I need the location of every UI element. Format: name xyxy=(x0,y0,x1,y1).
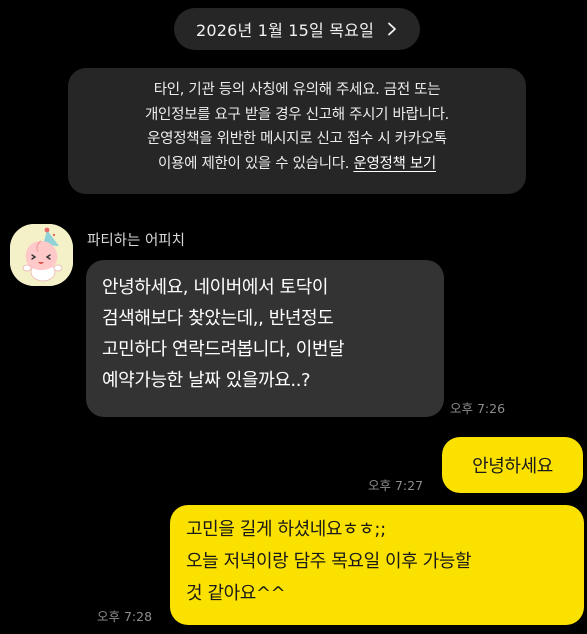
message-timestamp: 오후 7:26 xyxy=(450,401,506,416)
notice-line: 타인, 기관 등의 사칭에 유의해 주세요. 금전 또는 xyxy=(153,82,441,98)
sender-name: 파티하는 어피치 xyxy=(87,233,185,249)
apeach-avatar-icon xyxy=(10,224,73,286)
outgoing-message-bubble[interactable]: 안녕하세요 xyxy=(442,437,583,493)
message-line: 안녕하세요 xyxy=(472,456,553,477)
safety-notice: 타인, 기관 등의 사칭에 유의해 주세요. 금전 또는 개인정보를 요구 받을… xyxy=(68,68,526,194)
message-line: 예약가능한 날짜 있을까요..? xyxy=(102,370,311,391)
date-label: 2026년 1월 15일 목요일 xyxy=(195,21,375,40)
message-timestamp: 오후 7:28 xyxy=(97,609,153,624)
message-line: 오늘 저녁이랑 담주 목요일 이후 가능할 xyxy=(186,551,472,572)
message-line: 안녕하세요, 네이버에서 토닥이 xyxy=(102,277,329,298)
policy-link[interactable]: 운영정책 보기 xyxy=(353,156,436,172)
message-timestamp: 오후 7:27 xyxy=(368,478,424,493)
incoming-message-bubble[interactable]: 안녕하세요, 네이버에서 토닥이 검색해보다 찾았는데,, 반년정도 고민하다 … xyxy=(86,260,444,417)
notice-line: 개인정보를 요구 받을 경우 신고해 주시기 바랍니다. xyxy=(144,106,449,123)
notice-line: 운영정책을 위반한 메시지로 신고 접수 시 카카오톡 xyxy=(147,131,447,147)
chevron-right-icon xyxy=(388,22,396,36)
message-line: 고민하다 연락드려봅니다, 이번달 xyxy=(102,339,345,360)
date-header[interactable]: 2026년 1월 15일 목요일 xyxy=(174,8,420,50)
message-line: 고민을 길게 하셨네요ㅎㅎ;; xyxy=(186,519,386,540)
notice-line-text: 이용에 제한이 있을 수 있습니다. xyxy=(158,155,350,172)
notice-line: 이용에 제한이 있을 수 있습니다. 운영정책 보기 xyxy=(86,152,508,177)
message-line: 검색해보다 찾았는데,, 반년정도 xyxy=(102,308,334,329)
sender-avatar[interactable] xyxy=(10,224,73,286)
message-line: 것 같아요^^ xyxy=(186,583,286,604)
outgoing-message-bubble[interactable]: 고민을 길게 하셨네요ㅎㅎ;; 오늘 저녁이랑 담주 목요일 이후 가능할 것 … xyxy=(170,505,584,625)
